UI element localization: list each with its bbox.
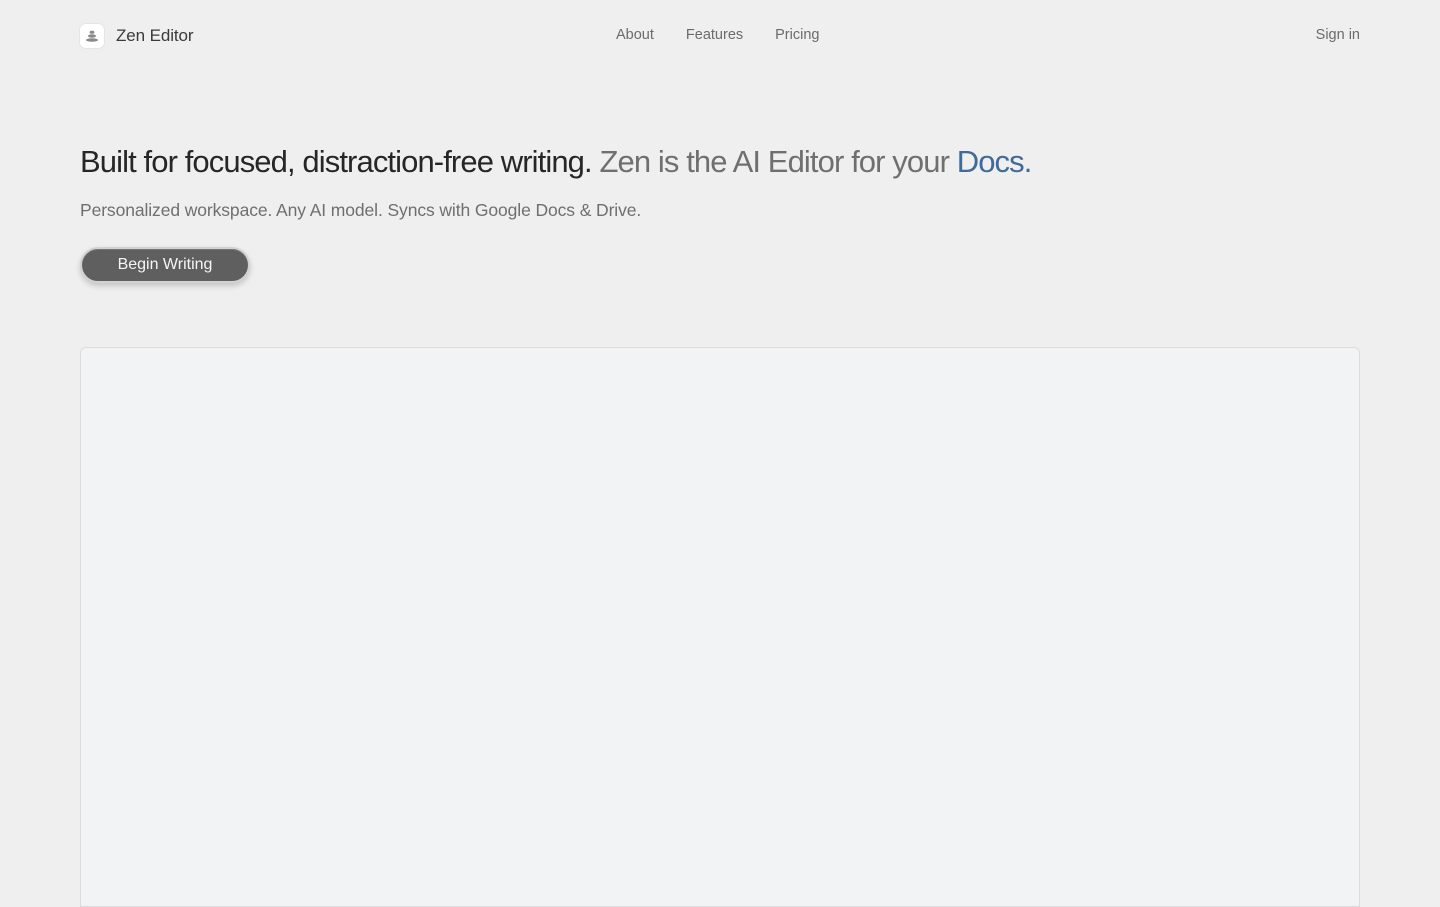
nav-link-about[interactable]: About <box>616 27 654 43</box>
sign-in-link[interactable]: Sign in <box>1316 27 1360 43</box>
stacked-stones-icon <box>80 24 104 48</box>
hero-headline: Built for focused, distraction-free writ… <box>80 140 1360 184</box>
brand-name: Zen Editor <box>116 26 194 45</box>
headline-part-3: Docs. <box>956 144 1033 179</box>
nav-link-pricing[interactable]: Pricing <box>775 27 819 43</box>
headline-part-2: Zen is the AI Editor for your <box>599 144 949 179</box>
brand-home-link[interactable]: Zen Editor <box>80 24 194 48</box>
headline-part-1: Built for focused, distraction-free writ… <box>80 144 593 179</box>
editor-preview-panel <box>80 347 1360 907</box>
begin-writing-button[interactable]: Begin Writing <box>80 247 250 283</box>
top-navigation: Zen Editor About Features Pricing Sign i… <box>0 0 1440 72</box>
hero-section: Built for focused, distraction-free writ… <box>80 140 1360 221</box>
hero-subheadline: Personalized workspace. Any AI model. Sy… <box>80 200 642 220</box>
nav-links: About Features Pricing <box>616 27 819 43</box>
nav-link-features[interactable]: Features <box>686 27 743 43</box>
